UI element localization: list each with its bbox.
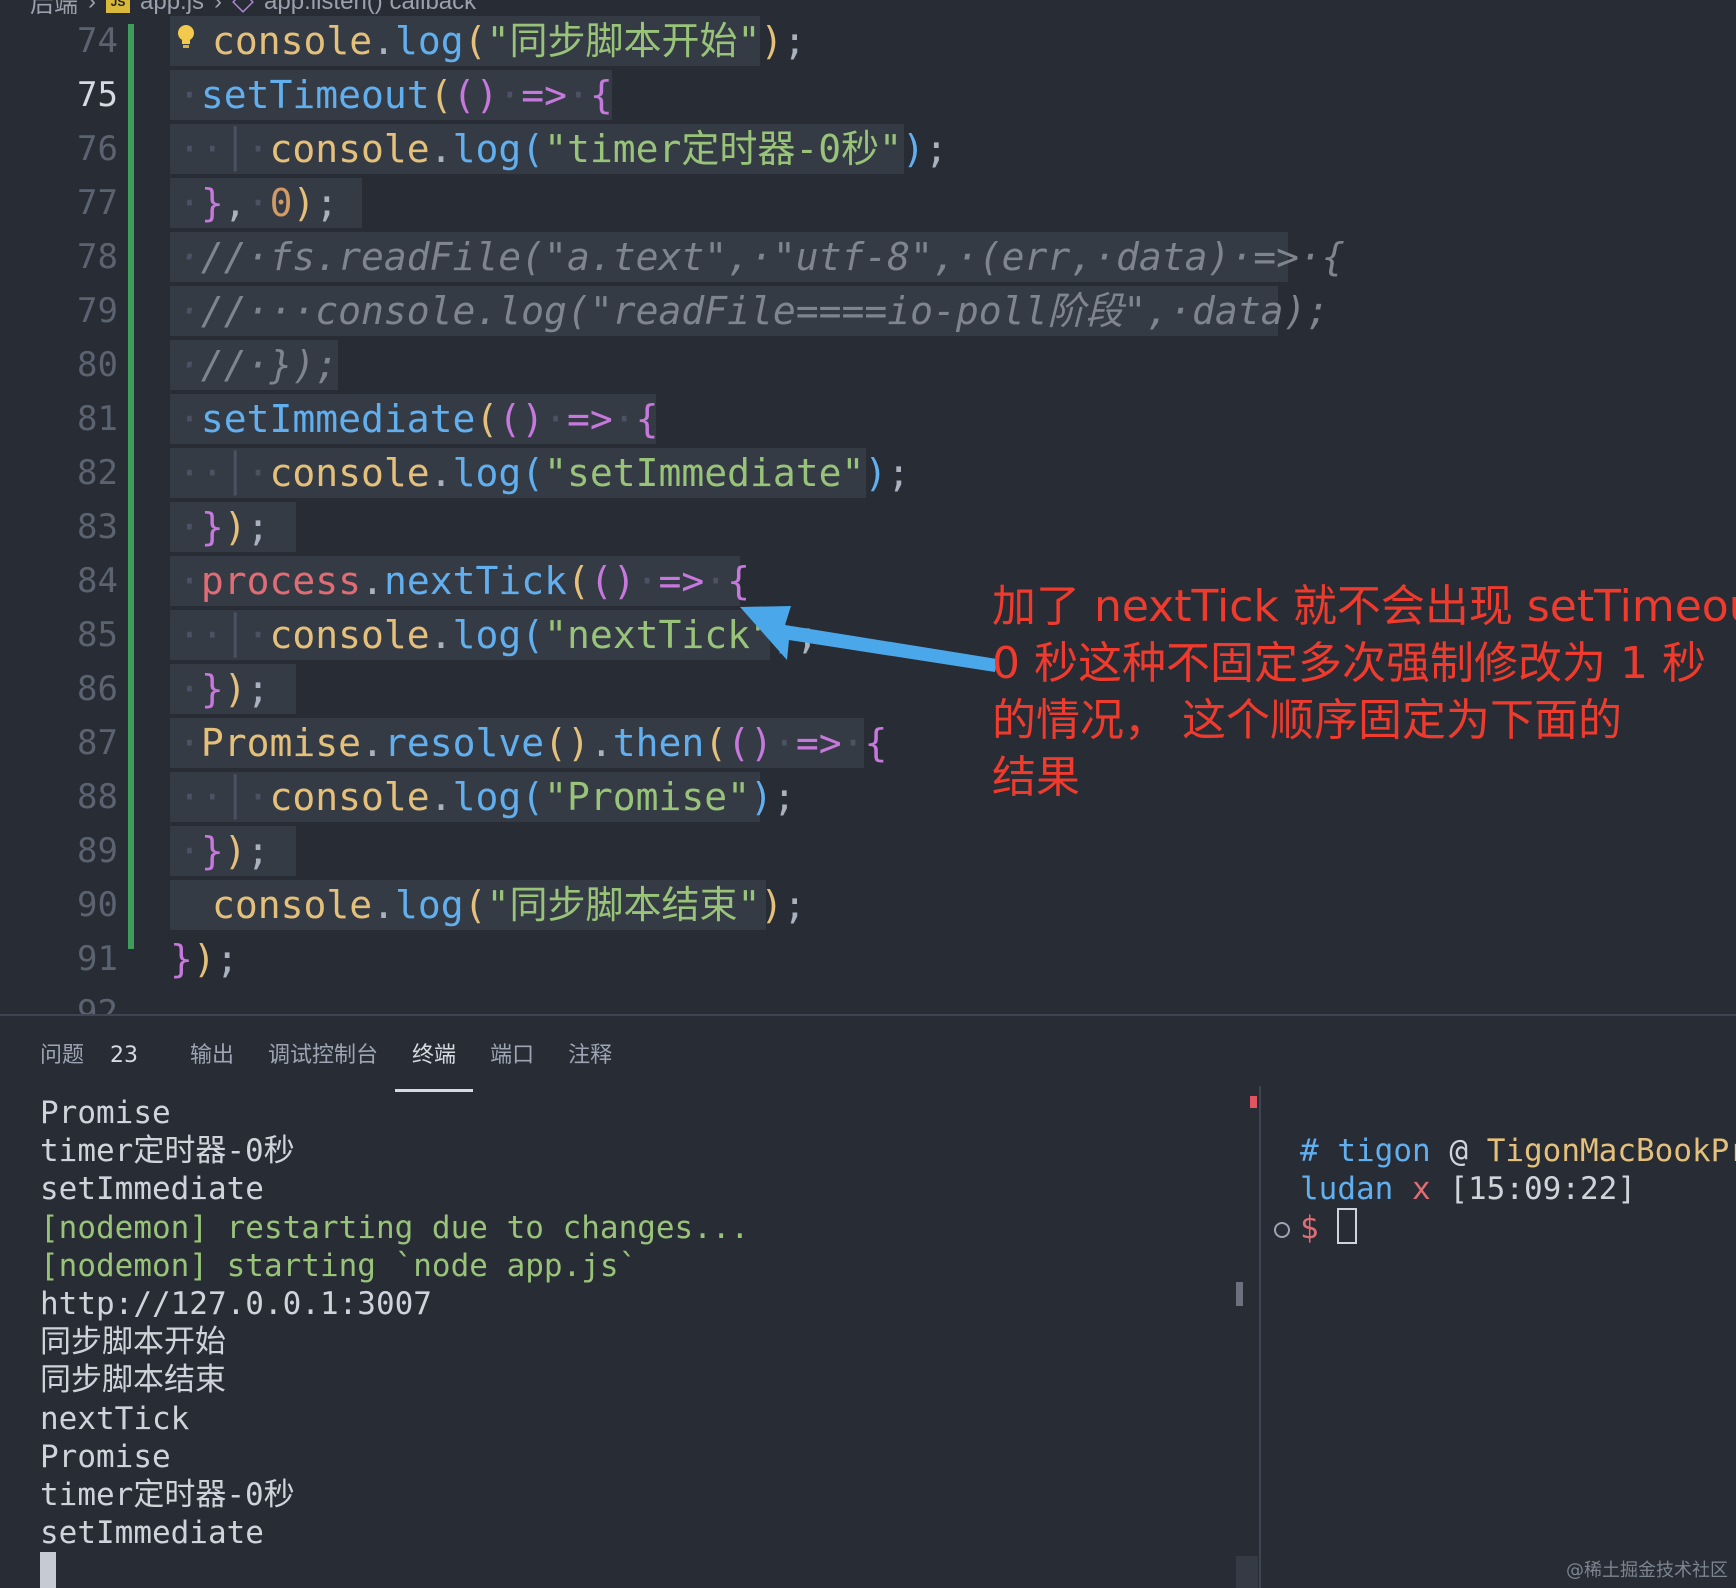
symbol-method-icon <box>232 0 254 13</box>
code-line: 90 console.log("同步脚本结束"); <box>0 878 1736 932</box>
breadcrumb-symbol[interactable]: app.listen() callback <box>264 0 476 14</box>
code-line: 79 ·//···console.log("readFile====io-pol… <box>0 284 1736 338</box>
tab-problems[interactable]: 问题 23 <box>40 1036 155 1086</box>
tab-ports[interactable]: 端口 <box>473 1036 551 1086</box>
terminal-line: Promise <box>40 1095 171 1131</box>
code-line: 83 ·}); <box>0 500 1736 554</box>
line-number: 92 <box>77 993 118 1014</box>
terminal-split-divider[interactable] <box>1259 1086 1261 1588</box>
line-number: 78 <box>77 237 118 277</box>
line-number: 75 <box>77 75 118 115</box>
javascript-file-icon: JS <box>106 0 130 13</box>
line-number: 91 <box>77 939 118 979</box>
tab-debug-console[interactable]: 调试控制台 <box>251 1036 395 1086</box>
prompt-dir: ludan <box>1300 1171 1394 1207</box>
tab-comments[interactable]: 注释 <box>551 1036 629 1086</box>
breadcrumb-folder[interactable]: 后端 <box>30 0 78 14</box>
terminal-line: Promise <box>40 1438 171 1475</box>
terminal-line: setImmediate <box>40 1515 264 1552</box>
line-number: 79 <box>77 291 118 331</box>
annotation-text: 加了 nextTick 就不会出现 setTimeout 0 秒这种不固定多次强… <box>992 581 1736 803</box>
line-number: 86 <box>77 669 118 709</box>
line-number: 76 <box>77 129 118 169</box>
code-line: 76 ··│·console.log("timer定时器-0秒"); <box>0 122 1736 176</box>
code-line: 75 ·setTimeout(()·=>·{ <box>0 68 1736 122</box>
code-line: 74 console.log("同步脚本开始"); <box>0 14 1736 68</box>
tab-label: 问题 <box>40 1043 85 1068</box>
code-editor[interactable]: 74 console.log("同步脚本开始"); 75 ·setTimeout… <box>0 14 1736 1014</box>
prompt-line: $ <box>1300 1208 1736 1246</box>
terminal-second-pane[interactable]: # tigon @ TigonMacBookPro ludan x [15:09… <box>1300 1132 1736 1246</box>
line-number: 80 <box>77 345 118 385</box>
line-number: 77 <box>77 183 118 223</box>
code-line: 82 ··│·console.log("setImmediate"); <box>0 446 1736 500</box>
terminal-line: setImmediate <box>40 1171 264 1208</box>
breadcrumb-file[interactable]: app.js <box>140 0 204 14</box>
prompt-host: TigonMacBookPro <box>1486 1133 1736 1169</box>
code-line: 80 ·//·}); <box>0 338 1736 392</box>
line-number: 89 <box>77 831 118 871</box>
code-line: 77 ·},·0); <box>0 176 1736 230</box>
terminal-cursor <box>1337 1208 1358 1244</box>
chevron-right-icon: › <box>88 0 96 14</box>
terminal-line: [nodemon] starting `node app.js` <box>40 1247 638 1284</box>
code-line: 89 ·}); <box>0 824 1736 878</box>
line-number: 82 <box>77 453 118 493</box>
code-line: 81 ·setImmediate(()·=>·{ <box>0 392 1736 446</box>
prompt-hash: # <box>1300 1133 1319 1169</box>
tab-label: 调试控制台 <box>268 1043 379 1068</box>
prompt-status: x <box>1412 1171 1431 1207</box>
prompt-symbol: $ <box>1300 1210 1319 1246</box>
terminal-scrollbar[interactable] <box>1236 1282 1243 1306</box>
panel-tabs: 问题 23 输出 调试控制台 终端 端口 注释 <box>40 1036 629 1092</box>
line-number: 84 <box>77 561 118 601</box>
line-number: 85 <box>77 615 118 655</box>
bottom-panel: 问题 23 输出 调试控制台 终端 端口 注释 Promise timer定时器-… <box>0 1014 1736 1588</box>
terminal-line: nextTick <box>40 1400 190 1437</box>
tab-label: 终端 <box>412 1043 457 1068</box>
code-line: 78 ·//·fs.readFile("a.text",·"utf-8",·(e… <box>0 230 1736 284</box>
terminal-line: http://127.0.0.1:3007 <box>40 1285 432 1322</box>
tab-terminal[interactable]: 终端 <box>395 1036 474 1092</box>
code-line: 92 <box>0 986 1736 1014</box>
chevron-right-icon: › <box>214 0 223 14</box>
tab-label: 注释 <box>568 1043 613 1068</box>
prompt-user: tigon <box>1337 1133 1431 1169</box>
line-number: 83 <box>77 507 118 547</box>
line-number: 74 <box>77 21 118 61</box>
circle-icon <box>1274 1222 1290 1238</box>
terminal-output[interactable]: Promise timer定时器-0秒 setImmediate [nodemo… <box>40 1094 1240 1552</box>
scrollbar-error-marker <box>1250 1096 1257 1108</box>
tab-label: 端口 <box>490 1043 535 1068</box>
tab-output[interactable]: 输出 <box>173 1036 251 1086</box>
line-number: 81 <box>77 399 118 439</box>
problems-count-badge: 23 <box>110 1043 139 1068</box>
prompt-line: # tigon @ TigonMacBookPro <box>1300 1132 1736 1170</box>
line-number: 90 <box>77 885 118 925</box>
line-number: 87 <box>77 723 118 763</box>
terminal-line: timer定时器-0秒 <box>40 1476 295 1513</box>
watermark: @稀土掘金技术社区 <box>1566 1560 1728 1581</box>
tab-label: 输出 <box>190 1043 235 1068</box>
terminal-scrollbar-track[interactable] <box>1236 1556 1258 1588</box>
terminal-line: [nodemon] restarting due to changes... <box>40 1209 750 1246</box>
line-number: 88 <box>77 777 118 817</box>
lightbulb-icon[interactable] <box>176 24 196 50</box>
annotation-arrow-icon <box>740 606 997 672</box>
terminal-cursor <box>40 1552 56 1588</box>
breadcrumb: 后端 › JS app.js › app.listen() callback <box>0 0 1736 14</box>
terminal-line: timer定时器-0秒 <box>40 1133 295 1170</box>
code-line: 91 }); <box>0 932 1736 986</box>
prompt-at: @ <box>1449 1133 1469 1169</box>
prompt-time: [15:09:22] <box>1449 1171 1636 1207</box>
terminal-line: 同步脚本结束 <box>40 1362 226 1399</box>
terminal-line: 同步脚本开始 <box>40 1324 226 1361</box>
prompt-line: ludan x [15:09:22] <box>1300 1170 1736 1208</box>
